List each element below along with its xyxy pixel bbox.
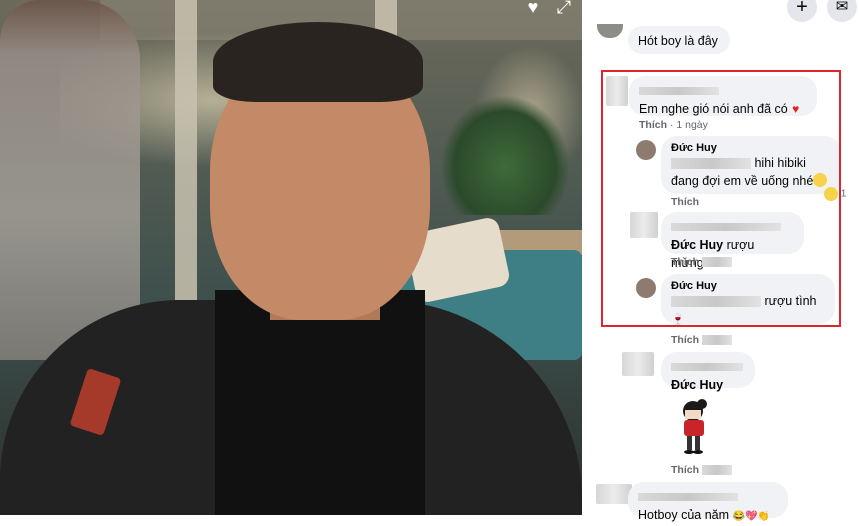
blurred-meta — [701, 335, 732, 346]
photo-hair — [213, 22, 423, 102]
like-link[interactable]: Thích — [671, 334, 699, 346]
messenger-icon[interactable]: ✉ — [827, 0, 857, 22]
reaction-count: 1 — [840, 188, 847, 200]
comment-bubble: Hotboy của năm 😂💖👏 — [628, 482, 788, 522]
like-link[interactable]: Thích — [671, 464, 699, 476]
expand-icon[interactable]: ⤢ — [553, 0, 575, 18]
photo-plant — [440, 95, 570, 215]
photo-shirt — [215, 290, 425, 515]
sticker-girl-icon — [683, 399, 707, 454]
comment-bubble: Đức Huy — [661, 352, 755, 392]
blurred-meta — [701, 465, 732, 476]
comment-meta: Thích — [671, 464, 732, 476]
highlight-box — [601, 70, 841, 327]
comment-text: Hót boy là đây — [638, 34, 718, 48]
mention-link[interactable]: Đức Huy — [671, 378, 723, 392]
comment-bubble: Hót boy là đây — [628, 26, 730, 54]
avatar[interactable] — [596, 484, 632, 504]
heart-icon[interactable]: ♥ — [522, 0, 544, 18]
blurred-name — [671, 362, 743, 371]
avatar[interactable] — [622, 352, 654, 376]
photo-background-person — [0, 0, 140, 360]
comment-meta: Thích — [671, 334, 732, 346]
emoji-icons: 😂💖👏 — [732, 511, 770, 522]
comment-text: Hotboy của năm — [638, 508, 730, 522]
blurred-name — [638, 492, 738, 501]
sticker-image[interactable] — [672, 398, 714, 456]
plus-icon[interactable]: + — [787, 0, 817, 22]
post-photo[interactable]: ♥ ⤢ — [0, 0, 582, 515]
photo-pillar — [175, 0, 197, 300]
